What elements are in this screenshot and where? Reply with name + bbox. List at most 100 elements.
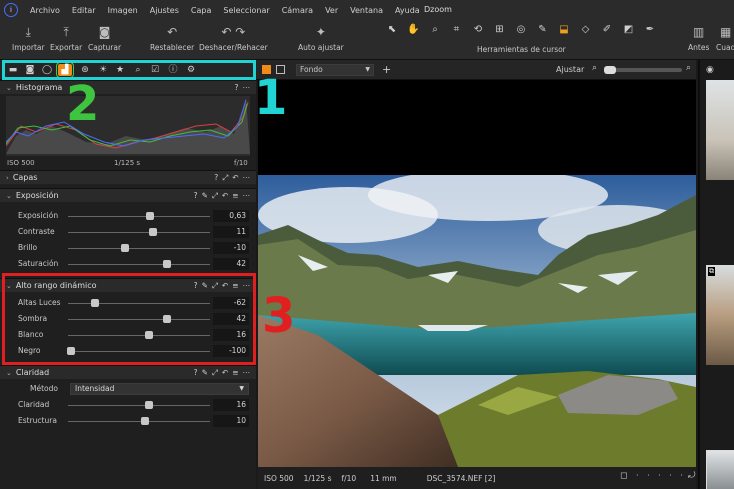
pen-icon[interactable]: ✒	[641, 24, 659, 40]
menu-seleccionar[interactable]: Seleccionar	[217, 6, 275, 15]
copy-icon[interactable]: ⤢	[212, 368, 218, 378]
output-tab-icon[interactable]: ☑	[148, 64, 162, 76]
clarity-slider-track[interactable]	[68, 405, 210, 406]
hdr-value-field[interactable]: -62	[213, 297, 249, 309]
details-tab-icon[interactable]: ☀	[96, 64, 110, 76]
hdr-value-field[interactable]: -100	[213, 345, 249, 357]
histogram-header[interactable]: ⌄ Histograma ? ⋯	[0, 80, 256, 94]
hdr-slider-knob[interactable]	[163, 315, 172, 323]
compare-icon[interactable]: ◻	[620, 471, 627, 481]
background-select[interactable]: Fondo ▼	[296, 64, 374, 76]
clarity-header[interactable]: ⌄ Claridad ? ✎ ⤢ ↶ ≡ ⋯	[0, 365, 256, 379]
reset-icon[interactable]: ↶	[222, 281, 228, 291]
copy-icon[interactable]: ⤢	[222, 173, 228, 183]
zoom-icon[interactable]: ⌕	[426, 24, 444, 40]
metadata-tab-icon[interactable]: ★	[113, 64, 127, 76]
more-icon[interactable]: ⋯	[243, 368, 251, 378]
hdr-slider-track[interactable]	[68, 351, 210, 352]
import-button[interactable]: ⤓ Importar	[12, 24, 45, 53]
rotate-icon[interactable]: ⤾	[688, 471, 696, 481]
list-icon[interactable]: ≡	[232, 281, 238, 291]
exposure-slider-track[interactable]	[68, 232, 210, 233]
reset-icon[interactable]: ↶	[232, 173, 238, 183]
clarity-slider-knob[interactable]	[140, 417, 149, 425]
eraser-icon[interactable]: ◇	[577, 24, 595, 40]
help-icon[interactable]: ?	[194, 191, 198, 201]
hdr-slider-knob[interactable]	[90, 299, 99, 307]
hdr-slider-knob[interactable]	[144, 331, 153, 339]
thumbnail-3[interactable]	[706, 450, 734, 489]
exposure-slider-track[interactable]	[68, 248, 210, 249]
brush-icon[interactable]: ✐	[598, 24, 616, 40]
hdr-value-field[interactable]: 42	[213, 313, 249, 325]
thumbnail-1[interactable]	[706, 80, 734, 180]
add-icon[interactable]: +	[382, 63, 391, 76]
more-icon[interactable]: ⋯	[243, 173, 251, 183]
exposure-slider-track[interactable]	[68, 216, 210, 217]
keystone-icon[interactable]: ⊞	[491, 24, 509, 40]
exposure-value-field[interactable]: 0,63	[213, 210, 249, 222]
menu-ayuda[interactable]: Ayuda	[389, 6, 426, 15]
copy-icon[interactable]: ⤢	[212, 191, 218, 201]
help-icon[interactable]: ?	[235, 83, 239, 92]
hdr-header[interactable]: ⌄ Alto rango dinámico ? ✎ ⤢ ↶ ≡ ⋯	[0, 278, 256, 292]
reset-button[interactable]: ↶ Restablecer	[150, 24, 194, 52]
color-tab-icon[interactable]: ⊛	[78, 64, 92, 76]
exposure-slider-track[interactable]	[68, 264, 210, 265]
help-icon[interactable]: ?	[214, 173, 218, 183]
capture-tab-icon[interactable]: ◙	[23, 64, 37, 76]
hdr-value-field[interactable]: 16	[213, 329, 249, 341]
library-tab-icon[interactable]: ▬	[6, 64, 20, 76]
hdr-slider-track[interactable]	[68, 319, 210, 320]
menu-camara[interactable]: Cámara	[276, 6, 319, 15]
select-cursor-icon[interactable]: ⬉	[383, 24, 401, 40]
help-icon[interactable]: ?	[194, 281, 198, 291]
picker-icon[interactable]: ✎	[202, 368, 208, 378]
clarity-value-field[interactable]: 16	[213, 399, 249, 411]
copy-icon[interactable]: ⤢	[212, 281, 218, 291]
auto-adjust-button[interactable]: ✦ Auto ajustar	[298, 24, 344, 52]
menu-imagen[interactable]: Imagen	[102, 6, 144, 15]
reset-icon[interactable]: ↶	[222, 368, 228, 378]
info-tab-icon[interactable]: ⓘ	[166, 64, 180, 76]
stamp-icon[interactable]: ⬓	[555, 24, 573, 40]
capture-button[interactable]: ◙ Capturar	[88, 24, 121, 52]
crop-icon[interactable]: ⌗	[448, 24, 466, 40]
export-button[interactable]: ⤒ Exportar	[50, 24, 82, 53]
help-icon[interactable]: ?	[194, 368, 198, 378]
exposure-header[interactable]: ⌄ Exposición ? ✎ ⤢ ↶ ≡ ⋯	[0, 188, 256, 202]
hdr-slider-track[interactable]	[68, 303, 210, 304]
zoom-slider-knob[interactable]	[604, 66, 616, 74]
layers-header[interactable]: › Capas ? ⤢ ↶ ⋯	[0, 170, 256, 184]
search-tab-icon[interactable]: ⌕	[131, 64, 145, 76]
more-icon[interactable]: ⋯	[243, 191, 251, 201]
undo-redo-button[interactable]: ↶ ↷ Deshacer/Rehacer	[199, 24, 268, 52]
before-button[interactable]: ▥ Antes	[688, 24, 709, 52]
hdr-slider-track[interactable]	[68, 335, 210, 336]
fit-label[interactable]: Ajustar	[556, 65, 584, 74]
image-viewer[interactable]	[258, 80, 696, 467]
exposure-tab-icon[interactable]: ▟	[56, 62, 74, 78]
zoom-out-icon[interactable]: ⌕	[592, 63, 597, 73]
grid-button[interactable]: ▦ Cuad	[716, 24, 734, 52]
clarity-slider-knob[interactable]	[144, 401, 153, 409]
exposure-slider-knob[interactable]	[120, 244, 129, 252]
more-icon[interactable]: ⋯	[243, 83, 251, 92]
picker-icon[interactable]: ✎	[202, 191, 208, 201]
menu-capa[interactable]: Capa	[185, 6, 217, 15]
exposure-value-field[interactable]: -10	[213, 242, 249, 254]
clarity-method-select[interactable]: Intensidad ▼	[70, 383, 249, 395]
exposure-slider-knob[interactable]	[163, 260, 172, 268]
menu-ajustes[interactable]: Ajustes	[144, 6, 185, 15]
menu-ver[interactable]: Ver	[319, 6, 344, 15]
picker-icon[interactable]: ✎	[202, 281, 208, 291]
exposure-slider-knob[interactable]	[149, 228, 158, 236]
more-icon[interactable]: ⋯	[243, 281, 251, 291]
exposure-value-field[interactable]: 11	[213, 226, 249, 238]
menu-editar[interactable]: Editar	[66, 6, 102, 15]
thumbnail-2[interactable]: ⧉	[706, 265, 734, 365]
reset-icon[interactable]: ↶	[222, 191, 228, 201]
exposure-slider-knob[interactable]	[146, 212, 155, 220]
spot-removal-icon[interactable]: ◎	[512, 24, 530, 40]
pan-hand-icon[interactable]: ✋	[405, 24, 423, 40]
